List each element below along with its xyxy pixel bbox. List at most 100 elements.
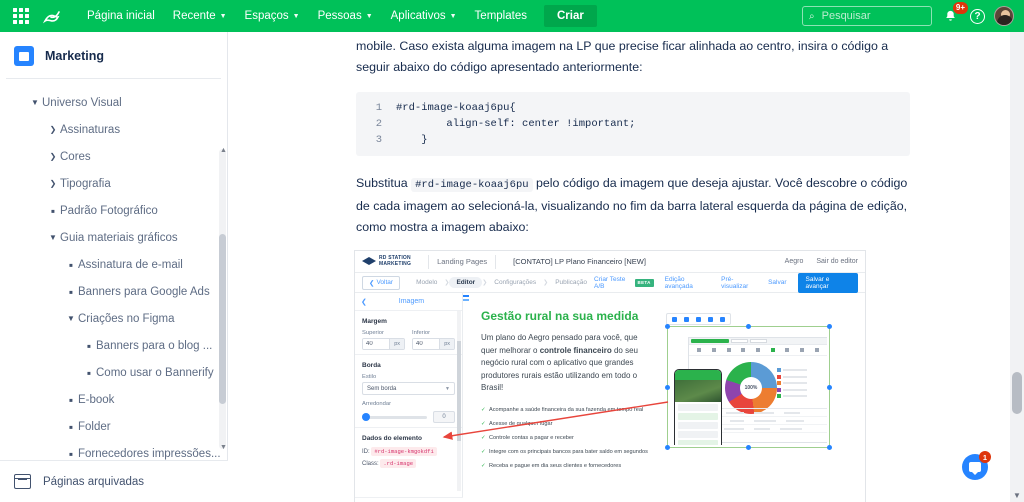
element-id-row: ID: #rd-image-kmgokdfi xyxy=(362,447,455,456)
step-modelo[interactable]: Modelo xyxy=(409,277,444,288)
sidebar-scrollbar[interactable]: ▲ ▼ xyxy=(219,147,227,451)
selected-image-element[interactable]: 100% xyxy=(665,313,832,450)
donut-center-label: 100% xyxy=(744,385,758,391)
lp-bullet: ✓ Acompanhe a saúde financeira da sua fa… xyxy=(481,406,655,414)
nav-item-spaces[interactable]: Espaços ▼ xyxy=(236,0,309,32)
advanced-edit-link[interactable]: Edição avançada xyxy=(665,276,711,290)
scroll-up-arrow[interactable]: ▲ xyxy=(220,147,227,154)
sidebar-item-archived-pages[interactable]: Páginas arquivadas xyxy=(0,460,228,502)
nav-label: Aplicativos xyxy=(390,10,446,22)
save-and-advance-button[interactable]: Salvar e avançar xyxy=(797,272,858,293)
sidebar-item-como-usar-o-bannerify[interactable]: ▪ Como usar o Bannerify xyxy=(0,359,227,386)
border-style-value: Sem borda xyxy=(367,385,397,392)
confluence-logo-icon[interactable] xyxy=(40,4,64,28)
sidebar-item-padrao-fotografico[interactable]: ▪ Padrão Fotográfico xyxy=(0,197,227,224)
margin-bottom-input[interactable] xyxy=(413,339,440,349)
lp-body-text: Um plano do Aegro pensado para você, que… xyxy=(481,332,655,395)
chevron-down-icon[interactable]: ▼ xyxy=(64,314,78,323)
phone-header xyxy=(675,370,721,380)
margin-top-input[interactable] xyxy=(363,339,390,349)
element-id-label: ID: xyxy=(362,449,370,455)
resize-handle-top-left[interactable] xyxy=(665,324,670,329)
sidebar-scrollbar-thumb[interactable] xyxy=(219,234,226,404)
round-slider-handle[interactable] xyxy=(362,413,370,421)
page-scrollbar-thumb[interactable] xyxy=(1012,372,1022,414)
create-button[interactable]: Criar xyxy=(543,5,597,27)
search-box[interactable]: ⌕ xyxy=(802,6,932,26)
search-input[interactable] xyxy=(819,9,925,23)
avatar[interactable] xyxy=(994,6,1014,26)
resize-handle-bottom-center[interactable] xyxy=(746,445,751,450)
account-name[interactable]: Aegro xyxy=(785,258,804,265)
panel-scrollbar-thumb[interactable] xyxy=(457,341,461,441)
create-ab-test-button[interactable]: Criar Teste A/B BETA xyxy=(594,276,654,290)
tree-label: Cores xyxy=(60,150,91,163)
margin-top-input-wrap[interactable]: px xyxy=(362,338,405,350)
chat-widget-button[interactable]: 1 xyxy=(962,451,991,480)
image-floating-toolbar[interactable] xyxy=(666,313,731,325)
embedded-editor-screenshot[interactable]: RD STATION MARKETING Landing Pages [CONT… xyxy=(354,250,866,502)
nav-item-apps[interactable]: Aplicativos ▼ xyxy=(382,0,466,32)
legend-row xyxy=(777,394,821,398)
scroll-down-arrow[interactable]: ▼ xyxy=(220,444,227,451)
nav-item-templates[interactable]: Templates xyxy=(466,0,536,32)
resize-handle-bottom-right[interactable] xyxy=(827,445,832,450)
notifications-button[interactable]: 9+ xyxy=(942,2,968,26)
nav-item-recent[interactable]: Recente ▼ xyxy=(164,0,236,32)
cell-bar xyxy=(780,427,802,430)
settings-icon[interactable] xyxy=(708,316,713,322)
sidebar-item-banners-google-ads[interactable]: ▪ Banners para Google Ads xyxy=(0,278,227,305)
step-editor[interactable]: Editor xyxy=(449,277,483,288)
back-button[interactable]: ❮ Voltar xyxy=(362,275,401,290)
chevron-down-icon[interactable]: ▼ xyxy=(46,233,60,242)
nav-item-people[interactable]: Pessoas ▼ xyxy=(309,0,382,32)
chevron-right-icon[interactable]: ❯ xyxy=(46,125,60,134)
cell-bar xyxy=(784,411,800,414)
page-scrollbar[interactable]: ▼ xyxy=(1010,32,1024,502)
scroll-down-arrow[interactable]: ▼ xyxy=(1013,491,1021,500)
nav-item-home[interactable]: Página inicial xyxy=(78,0,164,32)
resize-handle-top-center[interactable] xyxy=(746,324,751,329)
lp-text-column: Gestão rural na sua medida Um plano do A… xyxy=(471,297,665,476)
preview-link[interactable]: Pré-visualizar xyxy=(721,276,757,290)
save-link[interactable]: Salvar xyxy=(768,279,786,286)
cell-bar xyxy=(754,427,770,430)
resize-handle-bottom-left[interactable] xyxy=(665,445,670,450)
move-icon[interactable] xyxy=(684,316,689,322)
resize-handle-middle-left[interactable] xyxy=(665,384,670,390)
sidebar-item-criacoes-no-figma[interactable]: ▼ Criações no Figma xyxy=(0,305,227,332)
step-publicacao[interactable]: Publicação xyxy=(548,277,594,288)
sidebar-item-cores[interactable]: ❯ Cores xyxy=(0,143,227,170)
sidebar-item-folder[interactable]: ▪ Folder xyxy=(0,413,227,440)
duplicate-icon[interactable] xyxy=(672,316,677,322)
sidebar-item-guia-materiais-graficos[interactable]: ▼ Guia materiais gráficos xyxy=(0,224,227,251)
sidebar-item-assinatura-de-email[interactable]: ▪ Assinatura de e-mail xyxy=(0,251,227,278)
section-label[interactable]: Landing Pages xyxy=(437,257,487,266)
element-class-value[interactable]: .rd-image xyxy=(380,459,417,468)
round-value[interactable]: 0 xyxy=(433,411,455,423)
chevron-right-icon[interactable]: ❯ xyxy=(46,152,60,161)
app-switcher-icon[interactable] xyxy=(10,5,32,27)
chevron-down-icon[interactable]: ▼ xyxy=(28,98,42,107)
sidebar-item-assinaturas[interactable]: ❯ Assinaturas xyxy=(0,116,227,143)
resize-handle-top-right[interactable] xyxy=(827,324,832,329)
sidebar-item-banners-para-o-blog[interactable]: ▪ Banners para o blog ... xyxy=(0,332,227,359)
sidebar-item-universo-visual[interactable]: ▼ Universo Visual xyxy=(0,89,227,116)
exit-editor-link[interactable]: Sair do editor xyxy=(816,258,858,265)
element-id-value[interactable]: #rd-image-kmgokdfi xyxy=(371,447,437,456)
resize-handle-middle-right[interactable] xyxy=(827,384,832,390)
sidebar-item-e-book[interactable]: ▪ E-book xyxy=(0,386,227,413)
trash-icon[interactable] xyxy=(720,316,725,322)
panel-scrollbar[interactable] xyxy=(457,311,461,491)
tree-label: Como usar o Bannerify xyxy=(96,366,214,379)
space-header[interactable]: Marketing xyxy=(0,32,227,78)
sidebar-item-tipografia[interactable]: ❯ Tipografia xyxy=(0,170,227,197)
margin-bottom-input-wrap[interactable]: px xyxy=(412,338,455,350)
link-icon[interactable] xyxy=(696,316,701,322)
top-bar-right: Aegro Sair do editor xyxy=(785,258,858,265)
step-configuracoes[interactable]: Configurações xyxy=(487,277,543,288)
round-slider[interactable] xyxy=(362,413,427,421)
border-style-select[interactable]: Sem borda ▼ xyxy=(362,382,455,395)
help-icon[interactable]: ? xyxy=(970,8,985,24)
chevron-right-icon[interactable]: ❯ xyxy=(46,179,60,188)
